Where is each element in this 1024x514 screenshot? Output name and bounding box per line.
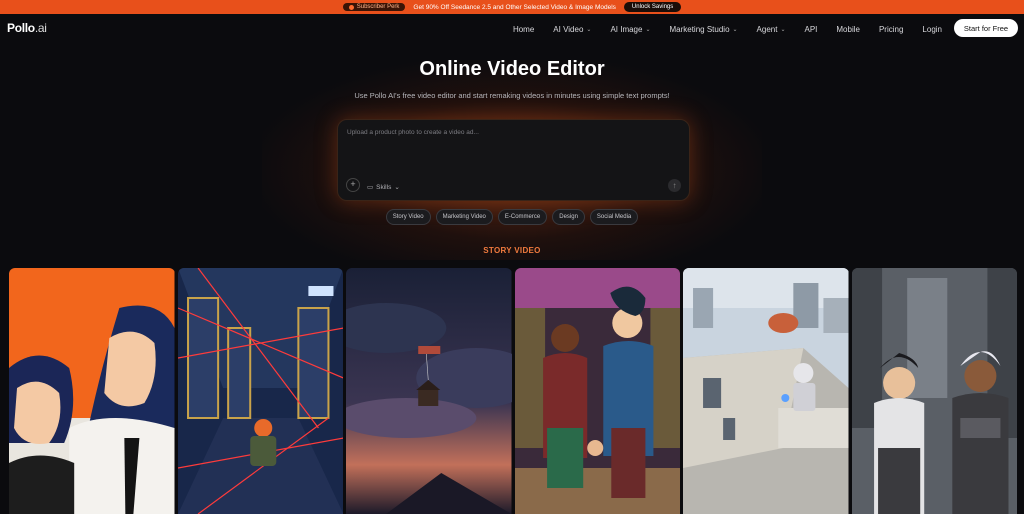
nav-item-ai-image[interactable]: AI Image ⌄	[610, 25, 650, 34]
chevron-down-icon: ⌄	[586, 26, 592, 33]
logo-suffix: .ai	[34, 21, 47, 35]
logo[interactable]: Pollo.ai	[7, 21, 47, 35]
add-attachment-icon[interactable]: +	[346, 178, 360, 192]
start-for-free-button[interactable]: Start for Free	[954, 19, 1018, 37]
unlock-savings-button[interactable]: Unlock Savings	[623, 2, 682, 12]
section-label: STORY VIDEO	[483, 246, 541, 255]
nav-item-agent[interactable]: Agent ⌄	[757, 25, 786, 34]
nav-item-label: AI Video	[553, 24, 584, 34]
nav-item-label: Pricing	[878, 24, 904, 34]
category-chips: Story Video Marketing Video E-Commerce D…	[0, 209, 1024, 225]
promo-badge-label: Subscriber Perk	[356, 4, 400, 10]
promo-banner: Subscriber Perk Get 90% Off Seedance 2.5…	[0, 0, 1024, 14]
laser-corridor-card[interactable]	[177, 268, 343, 514]
logo-main: Pollo	[7, 21, 35, 35]
store-duo-card[interactable]	[514, 268, 680, 514]
skills-dropdown[interactable]: ▭ Skills ⌄	[367, 183, 400, 192]
chip-marketing-video[interactable]: Marketing Video	[435, 209, 493, 225]
nav-item-pricing[interactable]: Pricing	[879, 25, 903, 34]
chevron-down-icon: ⌄	[394, 184, 400, 191]
chevron-down-icon: ⌄	[780, 26, 786, 33]
nav-item-login[interactable]: Login	[922, 25, 942, 34]
nav-item-label: Home	[512, 24, 535, 34]
skills-label: Skills	[376, 183, 392, 191]
skills-icon: ▭	[367, 184, 374, 191]
chip-social-media[interactable]: Social Media	[589, 209, 639, 225]
gift-icon	[348, 4, 354, 10]
prompt-input-box[interactable]: Upload a product photo to create a video…	[337, 119, 690, 201]
chip-e-commerce[interactable]: E-Commerce	[497, 209, 548, 225]
chevron-down-icon: ⌄	[645, 26, 651, 33]
prompt-placeholder[interactable]: Upload a product photo to create a video…	[347, 129, 479, 136]
nav-item-ai-video[interactable]: AI Video ⌄	[553, 25, 591, 34]
nav-item-label: Marketing Studio	[669, 24, 730, 34]
chevron-down-icon: ⌄	[732, 26, 738, 33]
story-video-gallery	[9, 268, 1017, 514]
floating-house-card[interactable]	[346, 268, 512, 514]
chip-story-video[interactable]: Story Video	[385, 209, 431, 225]
nav-item-label: Mobile	[836, 24, 860, 34]
rooftop-robot-card[interactable]	[683, 268, 849, 514]
send-arrow-icon[interactable]: ↑	[668, 179, 681, 192]
top-navigation: Pollo.ai Home AI Video ⌄ AI Image ⌄ Market…	[0, 14, 1024, 44]
nav-item-label: Agent	[756, 24, 778, 34]
nav-item-mobile[interactable]: Mobile	[836, 25, 860, 34]
nav-item-label: AI Image	[610, 24, 643, 34]
anime-couple-card[interactable]	[9, 268, 175, 514]
city-heroes-card[interactable]	[851, 268, 1017, 514]
nav-item-marketing-studio[interactable]: Marketing Studio ⌄	[669, 25, 737, 34]
nav-item-api[interactable]: API	[804, 25, 817, 34]
nav-item-label: Login	[922, 24, 942, 34]
nav-item-label: API	[804, 24, 818, 34]
chip-design[interactable]: Design	[552, 209, 585, 225]
promo-badge: Subscriber Perk	[342, 3, 406, 11]
promo-message: Get 90% Off Seedance 2.5 and Other Selec…	[413, 3, 616, 11]
nav-item-home[interactable]: Home	[513, 25, 534, 34]
nav-menu: Home AI Video ⌄ AI Image ⌄ Marketing Studi…	[513, 14, 942, 44]
page-subtitle: Use Pollo AI's free video editor and sta…	[354, 91, 670, 100]
page-title: Online Video Editor	[419, 58, 605, 80]
